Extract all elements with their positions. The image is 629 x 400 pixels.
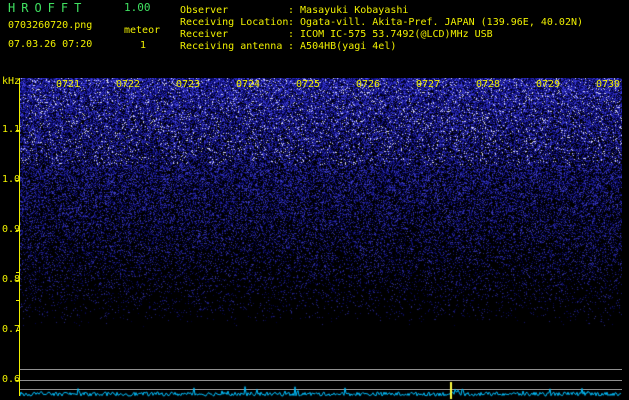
time-tick-label: 0730 (596, 79, 621, 90)
y-tick-mark (16, 230, 20, 231)
meteor-label: meteor (124, 25, 161, 36)
y-tick-mark (16, 300, 20, 301)
y-tick-mark (16, 280, 20, 281)
location-label: Receiving Location (180, 17, 289, 28)
time-tick-label: 0722 (116, 79, 141, 90)
y-tick-mark (16, 272, 20, 273)
reference-line (20, 369, 622, 370)
y-tick-mark (16, 180, 20, 181)
observer-value: : Masayuki Kobayashi (288, 5, 409, 16)
time-tick-label: 0726 (356, 79, 381, 90)
time-tick-label: 0723 (176, 79, 201, 90)
y-tick-mark (16, 330, 20, 331)
date-time: 07.03.26 07:20 (8, 39, 93, 50)
observer-label: Observer (180, 5, 229, 16)
app-title: HROFFT (8, 1, 88, 15)
signal-level-trace (20, 378, 622, 400)
meteor-count: 1 (140, 40, 147, 51)
y-tick-mark (16, 130, 20, 131)
file-name: 0703260720.png (8, 20, 93, 31)
time-tick-label: 0728 (476, 79, 501, 90)
time-tick-label: 0724 (236, 79, 261, 90)
y-tick-mark (16, 380, 20, 381)
receiver-label: Receiver (180, 29, 229, 40)
app-version: 1.00 (124, 1, 151, 14)
time-tick-label: 0727 (416, 79, 441, 90)
time-tick-label: 0725 (296, 79, 321, 90)
receiver-value: : ICOM IC-575 53.7492(@LCD)MHz USB (288, 29, 493, 40)
spectrogram-display (20, 78, 622, 368)
time-tick-label: 0729 (536, 79, 561, 90)
location-value: : Ogata-vill. Akita-Pref. JAPAN (139.96E… (288, 17, 584, 28)
antenna-value: : A504HB(yagi 4el) (288, 41, 397, 52)
frequency-unit-label: kHz (2, 76, 21, 87)
hrofft-window: HROFFT 1.00 0703260720.png 07.03.26 07:2… (0, 0, 629, 400)
antenna-label: Receiving antenna (180, 41, 283, 52)
time-tick-label: 0721 (56, 79, 81, 90)
